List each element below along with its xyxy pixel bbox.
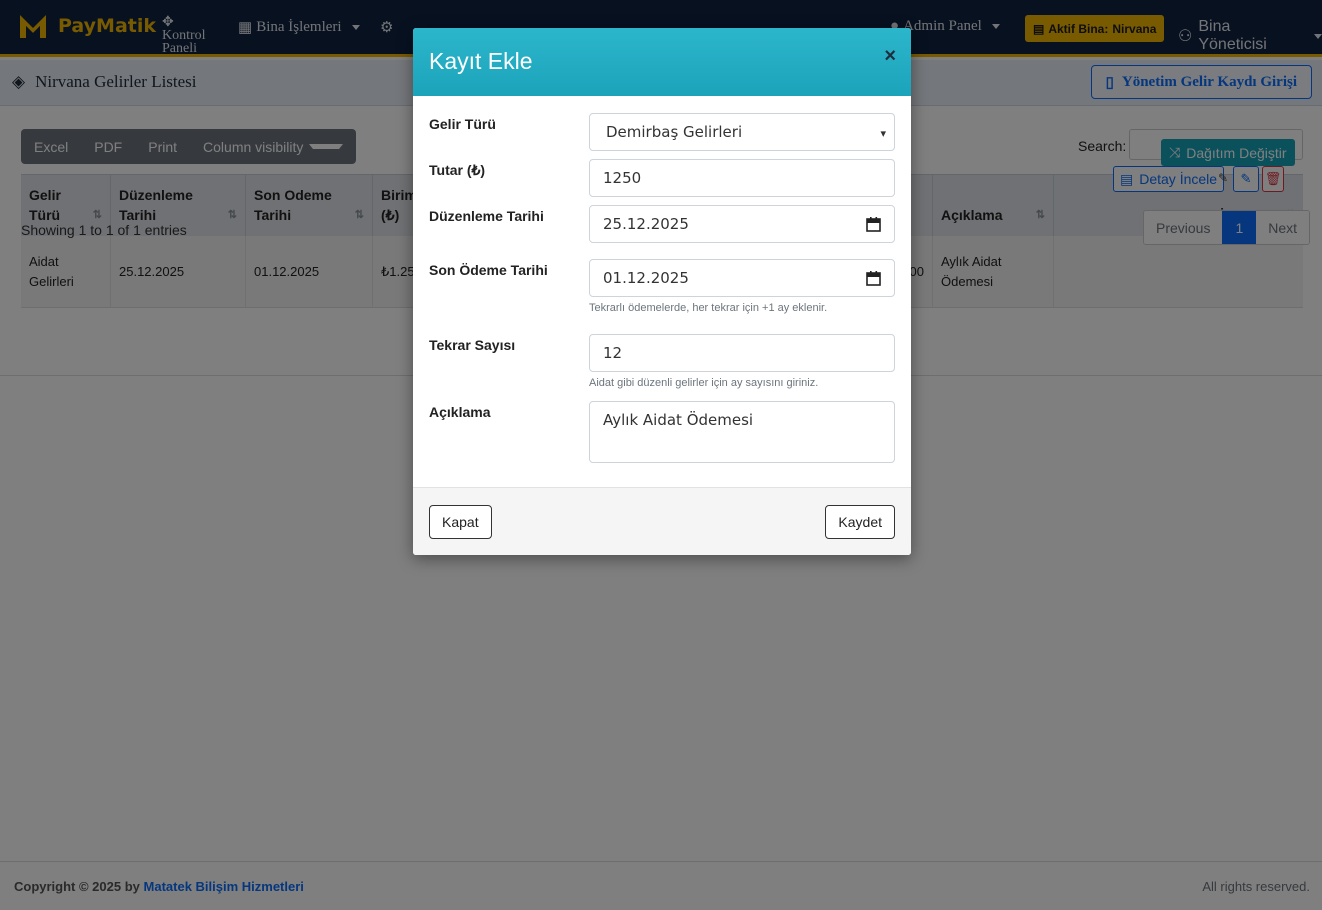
duzenleme-date-input[interactable]: 25.12.2025 — [589, 205, 895, 243]
son-odeme-label: Son Ödeme Tarihi — [429, 262, 548, 278]
chevron-down-icon: ▾ — [880, 127, 886, 140]
calendar-icon[interactable] — [866, 270, 881, 290]
close-button[interactable]: Kapat — [429, 505, 492, 539]
modal-title: Kayıt Ekle — [429, 48, 533, 74]
gelir-turu-label: Gelir Türü — [429, 116, 496, 132]
save-button[interactable]: Kaydet — [825, 505, 895, 539]
tutar-label: Tutar (₺) — [429, 162, 486, 178]
calendar-icon[interactable] — [866, 216, 881, 236]
son-odeme-value: 01.12.2025 — [603, 269, 689, 287]
modal-header: Kayıt Ekle × — [413, 28, 911, 96]
aciklama-label: Açıklama — [429, 404, 491, 420]
gelir-turu-value: Demirbaş Gelirleri — [606, 123, 743, 141]
tekrar-value: 12 — [603, 344, 623, 362]
aciklama-textarea[interactable]: Aylık Aidat Ödemesi — [589, 401, 895, 463]
tutar-value: 1250 — [603, 169, 642, 187]
close-icon[interactable]: × — [884, 45, 896, 68]
duzenleme-label: Düzenleme Tarihi — [429, 208, 544, 224]
add-record-modal: Kayıt Ekle × Gelir Türü Demirbaş Gelirle… — [413, 28, 911, 555]
gelir-turu-select[interactable]: Demirbaş Gelirleri ▾ — [589, 113, 895, 151]
modal-footer: Kapat Kaydet — [413, 487, 911, 555]
duzenleme-value: 25.12.2025 — [603, 215, 689, 233]
son-odeme-help: Tekrarlı ödemelerde, her tekrar için +1 … — [589, 302, 828, 314]
tutar-input[interactable]: 1250 — [589, 159, 895, 197]
tekrar-help: Aidat gibi düzenli gelirler için ay sayı… — [589, 377, 819, 389]
tekrar-label: Tekrar Sayısı — [429, 337, 516, 353]
son-odeme-date-input[interactable]: 01.12.2025 — [589, 259, 895, 297]
tekrar-input[interactable]: 12 — [589, 334, 895, 372]
